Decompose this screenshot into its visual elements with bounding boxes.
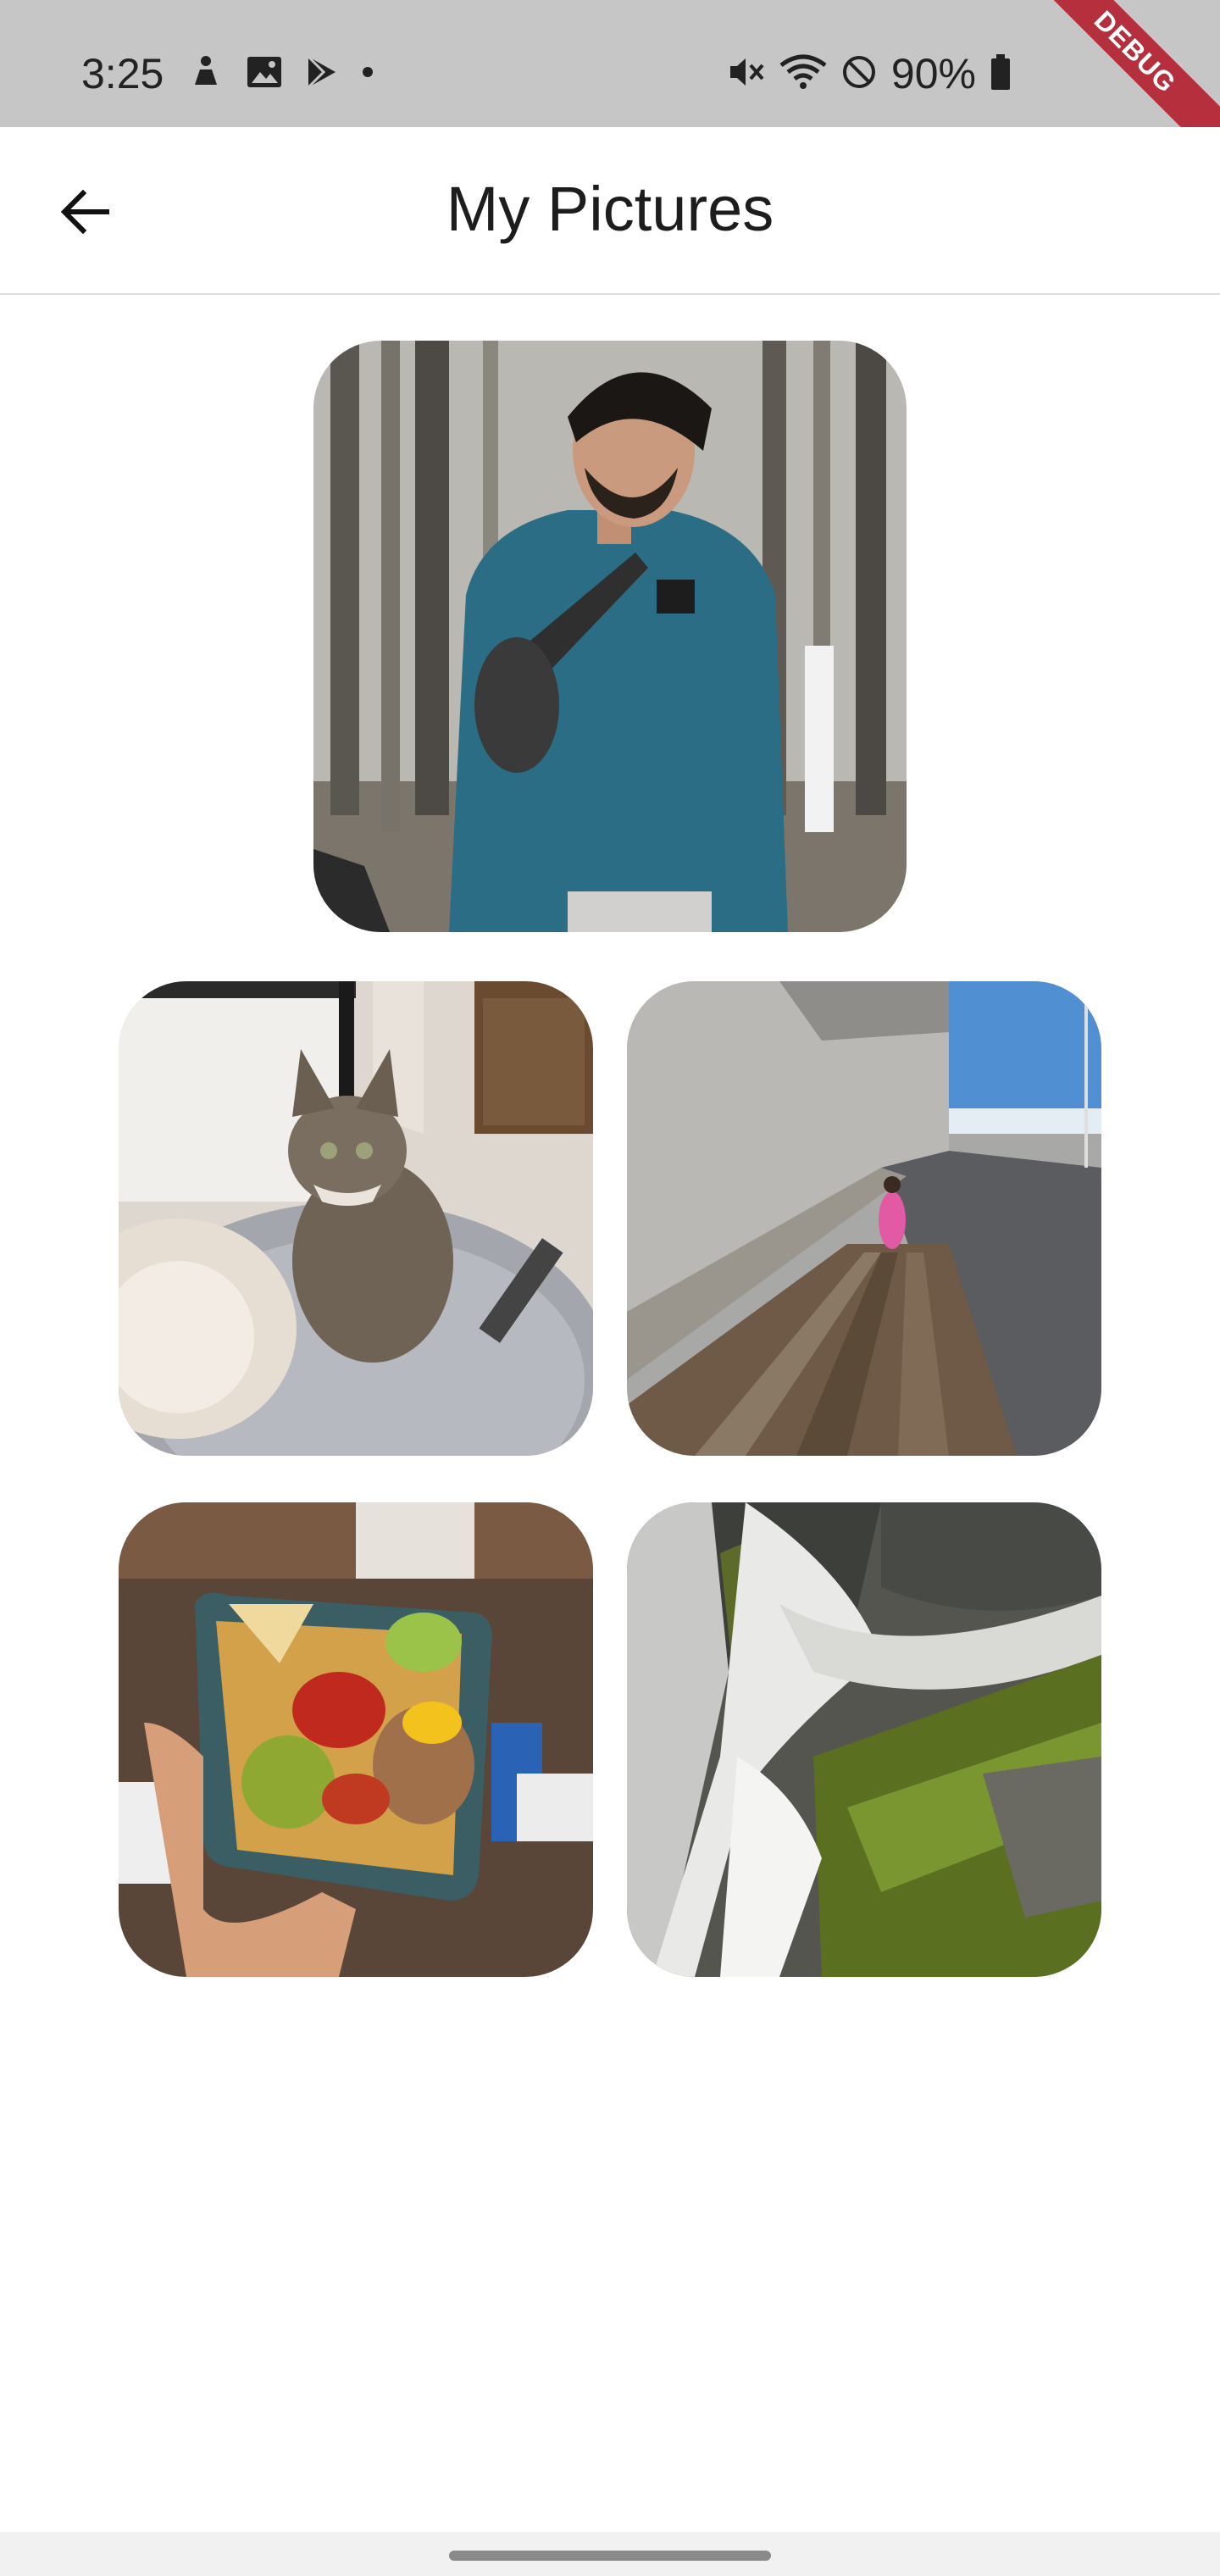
grid-photo-cat[interactable] [119,981,593,1456]
portrait-photo [313,341,907,932]
grid-photo-nachos[interactable] [119,1502,593,1977]
waterfall-photo [627,1502,1101,1977]
do-not-disturb-icon [840,53,878,95]
battery-icon [990,53,1012,95]
gallery-icon [246,55,283,93]
grid-photo-pier[interactable] [627,981,1101,1456]
notification-dot-icon [361,65,374,83]
status-bar: 3:25 90% DEBUG [0,0,1220,169]
play-store-icon [305,54,339,94]
home-handle[interactable] [449,2551,771,2561]
app-bar: My Pictures [0,127,1220,295]
navigation-bar [0,2532,1220,2576]
wifi-icon [779,53,827,95]
pier-photo [627,981,1101,1456]
grid-photo-waterfall[interactable] [627,1502,1101,1977]
status-left-icons [188,54,374,94]
page-title: My Pictures [446,174,774,244]
featured-photo[interactable] [313,341,907,932]
battery-percent: 90% [890,50,976,97]
status-time: 3:25 [81,50,164,97]
accessibility-icon [188,54,224,94]
nachos-photo [119,1502,593,1977]
cat-photo [119,981,593,1456]
status-right-icons: 90% [727,49,1012,98]
mute-icon [727,53,766,95]
